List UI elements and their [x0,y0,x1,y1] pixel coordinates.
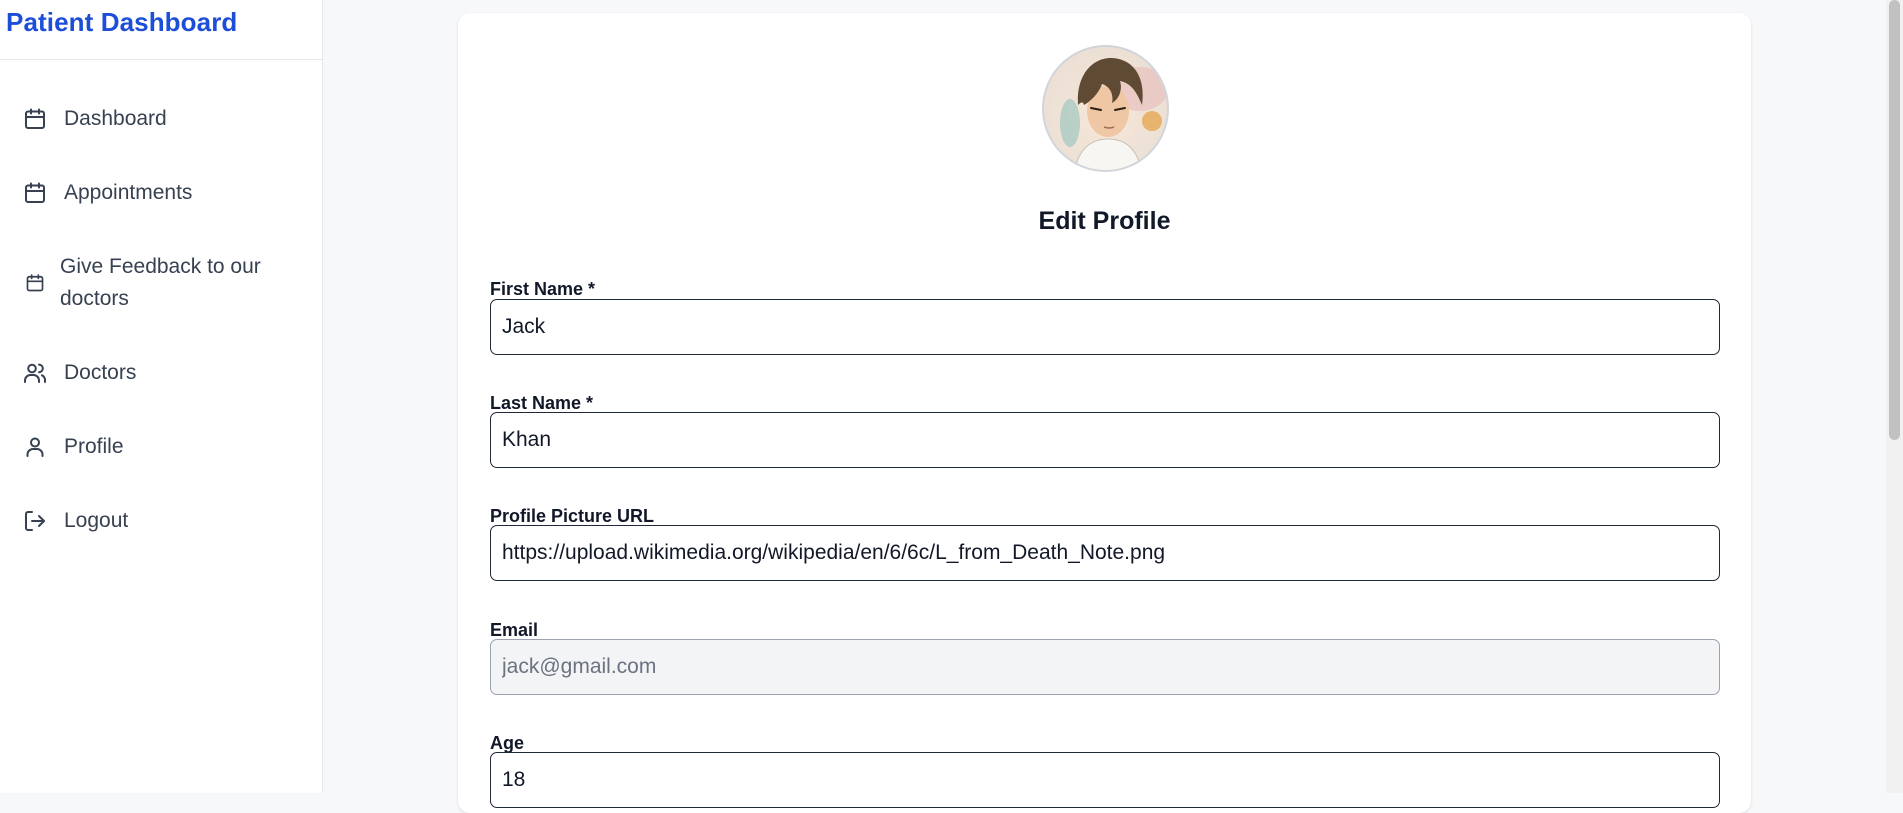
logout-icon [22,508,48,534]
app-brand-title[interactable]: Patient Dashboard [0,0,322,60]
sidebar-nav: Dashboard Appointments Give Feedback to … [0,60,322,558]
page-scrollbar[interactable] [1886,0,1903,793]
main-content: Edit Profile First Name * Last Name * Pr… [324,0,1884,813]
email-field [490,639,1720,695]
sidebar-item-label: Give Feedback to our doctors [60,255,261,310]
last-name-field[interactable] [490,412,1720,468]
last-name-label: Last Name * [490,393,594,413]
sidebar-item-logout[interactable]: Logout [0,484,322,558]
avatar-illustration [1060,57,1167,170]
page-title: Edit Profile [1038,207,1171,235]
sidebar-item-dashboard[interactable]: Dashboard [0,82,322,156]
edit-profile-card: Edit Profile First Name * Last Name * Pr… [458,13,1751,813]
email-label: Email [490,620,539,640]
calendar-icon [22,180,48,206]
profile-avatar [1042,45,1169,172]
sidebar-item-label: Logout [64,509,129,532]
users-icon [22,360,48,386]
first-name-field[interactable] [490,299,1720,355]
sidebar-item-label: Profile [64,435,124,458]
user-icon [22,434,48,460]
sidebar: Patient Dashboard Dashboard Appointments… [0,0,323,793]
sidebar-item-label: Doctors [64,361,137,384]
scrollbar-thumb[interactable] [1889,0,1900,440]
sidebar-item-feedback[interactable]: Give Feedback to our doctors [0,230,322,336]
profile-picture-url-label: Profile Picture URL [490,506,655,526]
sidebar-item-label: Appointments [64,181,193,204]
age-field[interactable] [490,752,1720,808]
calendar-icon [22,106,48,132]
first-name-label: First Name * [490,279,596,299]
sidebar-item-profile[interactable]: Profile [0,410,322,484]
age-label: Age [490,733,525,753]
sidebar-item-doctors[interactable]: Doctors [0,336,322,410]
calendar-icon [22,270,48,296]
profile-picture-url-field[interactable] [490,525,1720,581]
sidebar-item-appointments[interactable]: Appointments [0,156,322,230]
sidebar-item-label: Dashboard [64,107,167,130]
